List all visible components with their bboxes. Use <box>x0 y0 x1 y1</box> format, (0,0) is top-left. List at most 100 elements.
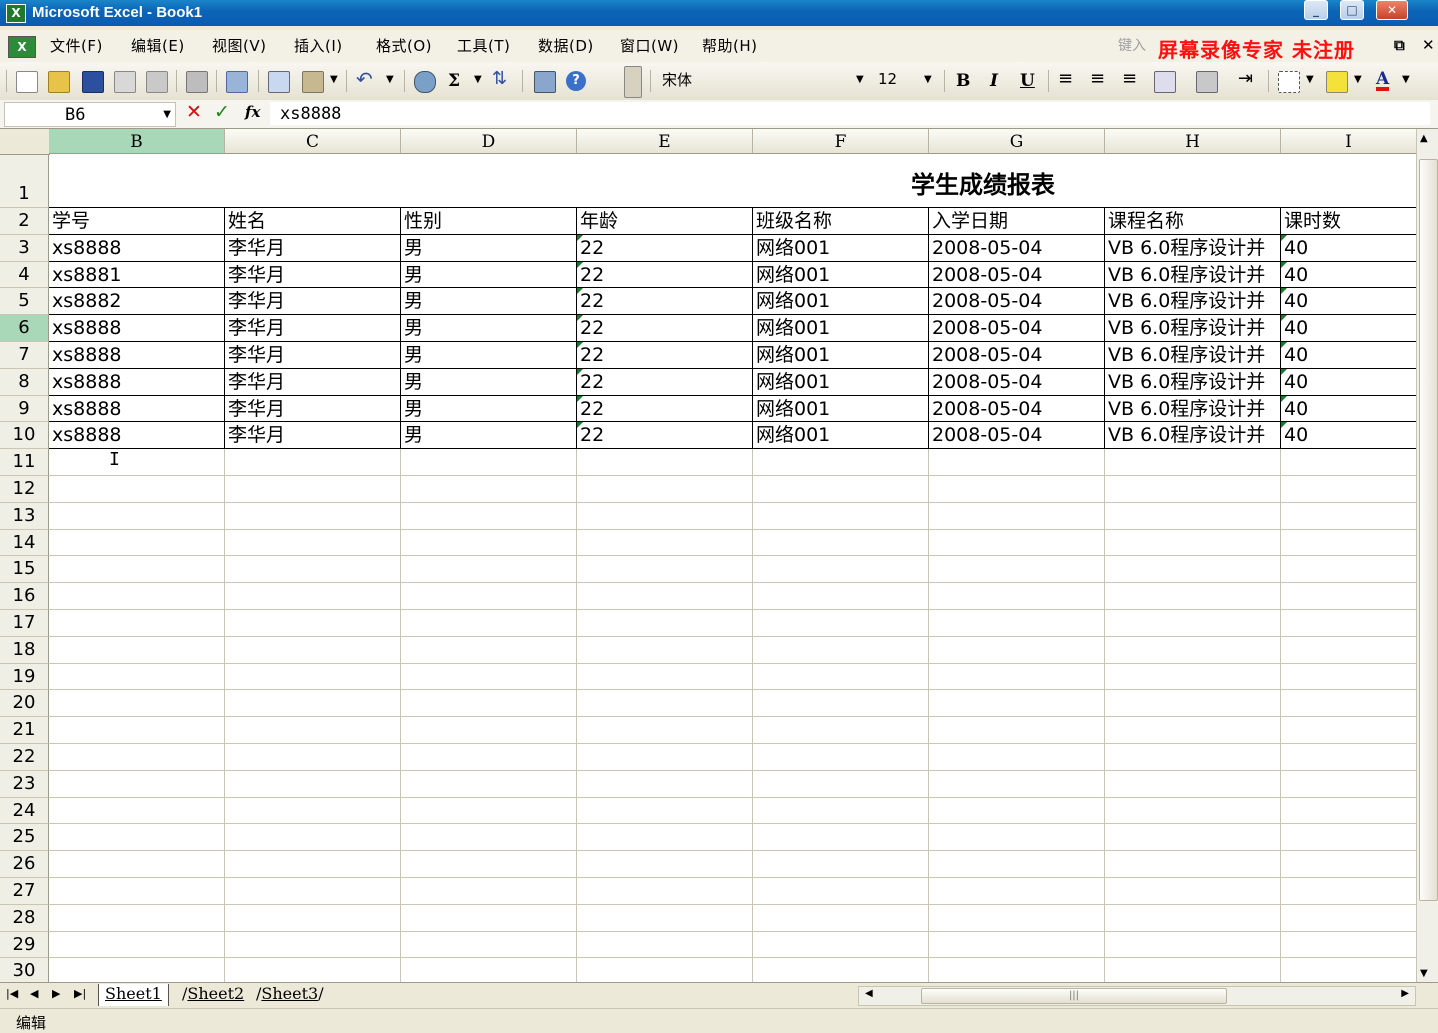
data-cell[interactable]: 22 <box>577 315 753 342</box>
row-header-27[interactable]: 27 <box>0 878 49 905</box>
cell[interactable] <box>577 797 753 825</box>
cell[interactable] <box>1281 610 1416 637</box>
data-cell[interactable]: xs8888 <box>49 234 225 262</box>
header-cell[interactable]: 课时数 <box>1281 208 1416 235</box>
cell[interactable] <box>577 851 753 878</box>
cell[interactable] <box>401 690 577 718</box>
hyperlink-icon[interactable] <box>414 71 436 93</box>
row-header-6[interactable]: 6 <box>0 315 49 342</box>
cell[interactable] <box>225 797 401 825</box>
data-cell[interactable]: 李华月 <box>225 342 401 369</box>
row-header-11[interactable]: 11 <box>0 449 49 476</box>
cell[interactable] <box>1105 502 1281 530</box>
cell[interactable] <box>225 690 401 718</box>
data-cell[interactable]: 40 <box>1281 315 1416 342</box>
font-color-dropdown-icon[interactable]: ▼ <box>1402 74 1410 85</box>
cell[interactable] <box>225 770 401 798</box>
cell[interactable] <box>1281 798 1416 825</box>
cell[interactable] <box>1281 503 1416 530</box>
data-cell[interactable]: 网络001 <box>753 368 929 396</box>
cell[interactable] <box>1281 717 1416 744</box>
cell[interactable] <box>1105 744 1281 771</box>
data-cell[interactable]: 李华月 <box>225 288 401 316</box>
row-header-21[interactable]: 21 <box>0 717 49 744</box>
close-workbook-icon[interactable]: ✕ <box>1422 36 1435 54</box>
cell[interactable] <box>577 744 753 771</box>
autosum-icon[interactable]: Σ <box>448 71 460 91</box>
row-header-14[interactable]: 14 <box>0 529 49 557</box>
data-cell[interactable]: 40 <box>1281 234 1416 262</box>
header-cell[interactable]: 姓名 <box>225 208 401 235</box>
cell[interactable] <box>1105 851 1281 878</box>
cell[interactable] <box>753 690 929 718</box>
data-cell[interactable]: 网络001 <box>753 288 929 316</box>
cell[interactable] <box>1105 958 1281 982</box>
cell[interactable] <box>1281 476 1416 503</box>
cell[interactable] <box>225 583 401 610</box>
cell[interactable] <box>225 904 401 932</box>
cancel-icon[interactable]: ✕ <box>186 101 202 123</box>
merge-center-icon[interactable] <box>1154 71 1176 93</box>
cell[interactable] <box>1281 932 1416 959</box>
data-cell[interactable]: 22 <box>577 234 753 262</box>
data-cell[interactable]: xs8888 <box>49 422 225 450</box>
tab-sheet1[interactable]: Sheet1 <box>98 984 169 1006</box>
data-cell[interactable]: VB 6.0程序设计并 <box>1105 234 1281 262</box>
row-header-15[interactable]: 15 <box>0 556 49 584</box>
cell[interactable] <box>49 851 225 878</box>
fill-color-dropdown-icon[interactable]: ▼ <box>1354 74 1362 85</box>
minimize-button[interactable]: _ <box>1304 0 1328 20</box>
horizontal-scrollbar[interactable]: ◀ ||| ▶ <box>858 986 1416 1006</box>
row-header-10[interactable]: 10 <box>0 422 49 450</box>
data-cell[interactable]: 李华月 <box>225 368 401 396</box>
data-cell[interactable]: VB 6.0程序设计并 <box>1105 422 1281 450</box>
data-cell[interactable]: 李华月 <box>225 234 401 262</box>
cell[interactable] <box>577 717 753 744</box>
row-header-22[interactable]: 22 <box>0 744 49 771</box>
cell[interactable] <box>929 878 1105 905</box>
menu-help[interactable]: 帮助(H) <box>702 35 757 56</box>
row-header-1[interactable]: 1 <box>0 155 49 208</box>
menu-data[interactable]: 数据(D) <box>538 35 594 56</box>
data-cell[interactable]: xs8888 <box>49 368 225 396</box>
cell[interactable] <box>401 744 577 771</box>
data-cell[interactable]: xs8888 <box>49 315 225 342</box>
data-cell[interactable]: 李华月 <box>225 422 401 450</box>
title-row[interactable]: 学生成绩报表 <box>49 155 1416 208</box>
data-cell[interactable]: 2008-05-04 <box>929 342 1105 369</box>
cell[interactable] <box>1281 637 1416 664</box>
cell[interactable] <box>49 556 225 584</box>
cell[interactable] <box>225 958 401 982</box>
cell[interactable] <box>753 931 929 959</box>
cell[interactable] <box>577 770 753 798</box>
cell[interactable] <box>929 717 1105 744</box>
cell[interactable] <box>929 529 1105 557</box>
row-header-23[interactable]: 23 <box>0 770 49 798</box>
cell[interactable] <box>49 529 225 557</box>
cell[interactable] <box>49 797 225 825</box>
cell[interactable] <box>753 449 929 476</box>
cell[interactable] <box>753 824 929 852</box>
cell[interactable] <box>49 904 225 932</box>
paste-dropdown-icon[interactable]: ▼ <box>330 74 338 85</box>
row-header-2[interactable]: 2 <box>0 208 49 235</box>
cell[interactable] <box>577 824 753 852</box>
cell[interactable] <box>929 556 1105 584</box>
worksheet-grid[interactable]: BCDEFGHI 1 2 3 4 5 6 7 8 9 10 11 12 13 14 15 16 17 18 19 20… <box>0 129 1416 982</box>
data-cell[interactable]: 男 <box>401 342 577 369</box>
column-header-f[interactable]: F <box>753 129 929 154</box>
cell[interactable] <box>1281 449 1416 476</box>
data-cell[interactable]: 40 <box>1281 368 1416 396</box>
cell[interactable] <box>753 476 929 503</box>
data-cell[interactable]: 网络001 <box>753 261 929 289</box>
column-header-e[interactable]: E <box>577 129 753 154</box>
data-cell[interactable]: 2008-05-04 <box>929 368 1105 396</box>
cell[interactable] <box>1105 610 1281 637</box>
data-cell[interactable]: 男 <box>401 234 577 262</box>
last-sheet-icon[interactable]: ▶| <box>74 987 86 1000</box>
underline-button[interactable]: U <box>1020 71 1035 91</box>
data-cell[interactable]: 2008-05-04 <box>929 288 1105 316</box>
cell[interactable] <box>577 529 753 557</box>
cell[interactable] <box>929 449 1105 476</box>
row-header-18[interactable]: 18 <box>0 636 49 664</box>
